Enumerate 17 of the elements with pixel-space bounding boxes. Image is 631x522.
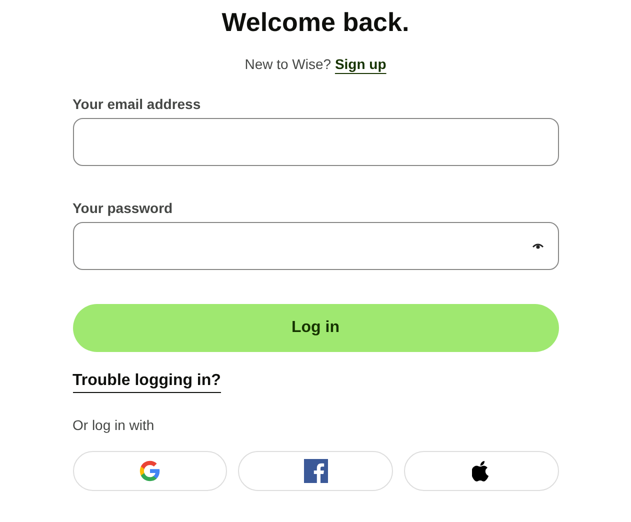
email-field[interactable] bbox=[72, 118, 558, 166]
password-field[interactable] bbox=[72, 222, 558, 270]
apple-icon bbox=[472, 460, 490, 482]
apple-login-button[interactable] bbox=[404, 451, 559, 491]
field-label: Your email address bbox=[72, 96, 202, 112]
login-button[interactable]: Log in bbox=[72, 304, 558, 352]
field-label: Your password bbox=[72, 200, 174, 216]
alt-login-prompt: Or log in with bbox=[72, 417, 156, 433]
facebook-login-button[interactable] bbox=[238, 451, 393, 491]
google-icon bbox=[138, 460, 161, 482]
google-login-button[interactable] bbox=[72, 451, 228, 491]
signup-prompt: New to Wise? bbox=[244, 56, 332, 72]
trouble-link[interactable]: Trouble logging in? bbox=[72, 372, 221, 393]
facebook-icon bbox=[304, 459, 328, 483]
eye-icon[interactable] bbox=[532, 242, 544, 250]
page-title: Welcome back. bbox=[220, 6, 410, 38]
signup-link[interactable]: Sign up bbox=[334, 56, 386, 72]
